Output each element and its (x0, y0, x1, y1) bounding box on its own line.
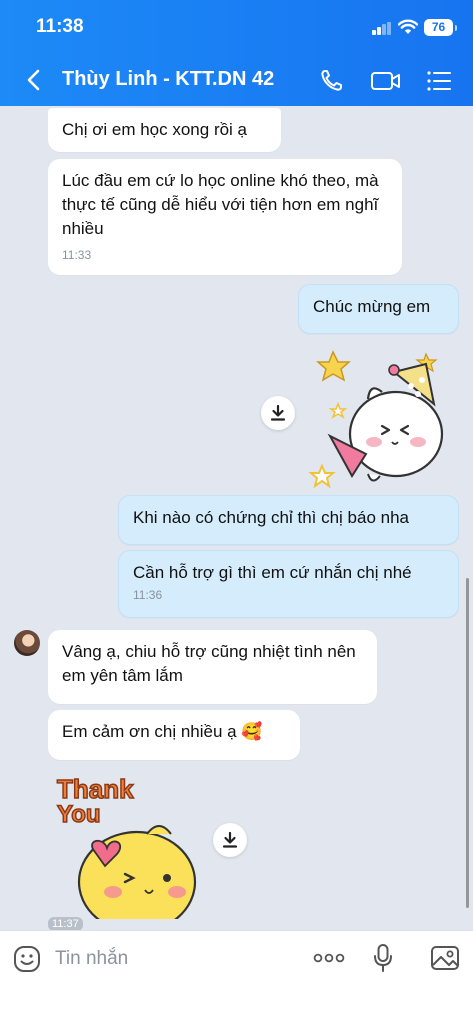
emoji-icon[interactable] (13, 945, 41, 973)
scrollbar[interactable] (466, 578, 469, 908)
battery-indicator: 76 (424, 19, 457, 36)
download-button[interactable] (213, 823, 247, 857)
message-time: 11:33 (62, 248, 92, 262)
sticker-text: You (57, 801, 101, 828)
sticker-text: Thank (57, 774, 134, 804)
message-text: Cần hỗ trợ gì thì em cứ nhắn chị nhé (133, 563, 412, 582)
wifi-icon (398, 19, 418, 34)
message-text: Lúc đầu em cứ lo học online khó theo, mà… (62, 171, 379, 238)
party-sticker[interactable] (308, 344, 458, 494)
message-bubble[interactable]: Chị ơi em học xong rồi ạ (48, 108, 281, 152)
my-message-bubble[interactable]: Chúc mừng em (298, 284, 459, 334)
download-icon (222, 831, 238, 848)
image-icon[interactable] (430, 944, 460, 972)
mic-icon[interactable] (372, 943, 394, 973)
message-time: 11:36 (133, 588, 163, 602)
menu-icon[interactable] (425, 68, 453, 94)
more-icon[interactable] (313, 951, 345, 965)
back-icon[interactable] (24, 68, 46, 92)
signal-icon (372, 22, 392, 35)
my-message-bubble[interactable]: Cần hỗ trợ gì thì em cứ nhắn chị nhé 11:… (118, 550, 459, 618)
message-list[interactable]: Chị ơi em học xong rồi ạ Lúc đầu em cứ l… (0, 106, 473, 930)
avatar[interactable] (14, 630, 40, 656)
download-button[interactable] (261, 396, 295, 430)
download-icon (270, 404, 286, 421)
status-time: 11:38 (36, 16, 84, 37)
message-bubble[interactable]: Vâng ạ, chiu hỗ trợ cũng nhiệt tình nên … (48, 630, 377, 704)
my-message-bubble[interactable]: Khi nào có chứng chỉ thì chị báo nha (118, 495, 459, 545)
message-text: Vâng ạ, chiu hỗ trợ cũng nhiệt tình nên … (62, 642, 356, 685)
message-text: Em cảm ơn chị nhiều ạ 🥰 (62, 722, 263, 741)
message-time: 11:37 (48, 917, 83, 931)
message-text: Chị ơi em học xong rồi ạ (62, 120, 248, 139)
status-bar: 11:38 76 (0, 16, 473, 40)
message-input[interactable]: Tin nhắn (55, 948, 128, 970)
chat-header: 11:38 76 Thùy Linh - KTT.DN 42 (0, 0, 473, 106)
video-icon[interactable] (370, 68, 402, 94)
phone-icon[interactable] (318, 68, 346, 94)
message-bubble[interactable]: Em cảm ơn chị nhiều ạ 🥰 (48, 710, 300, 760)
message-bubble[interactable]: Lúc đầu em cứ lo học online khó theo, mà… (48, 159, 402, 275)
nav-bar: Thùy Linh - KTT.DN 42 (0, 60, 473, 100)
message-text: Chúc mừng em (313, 297, 431, 316)
thank-you-sticker[interactable]: Thank You (55, 774, 205, 919)
conversation-title[interactable]: Thùy Linh - KTT.DN 42 (62, 68, 274, 91)
message-text: Khi nào có chứng chỉ thì chị báo nha (133, 508, 410, 527)
message-input-bar: Tin nhắn (0, 930, 473, 1024)
